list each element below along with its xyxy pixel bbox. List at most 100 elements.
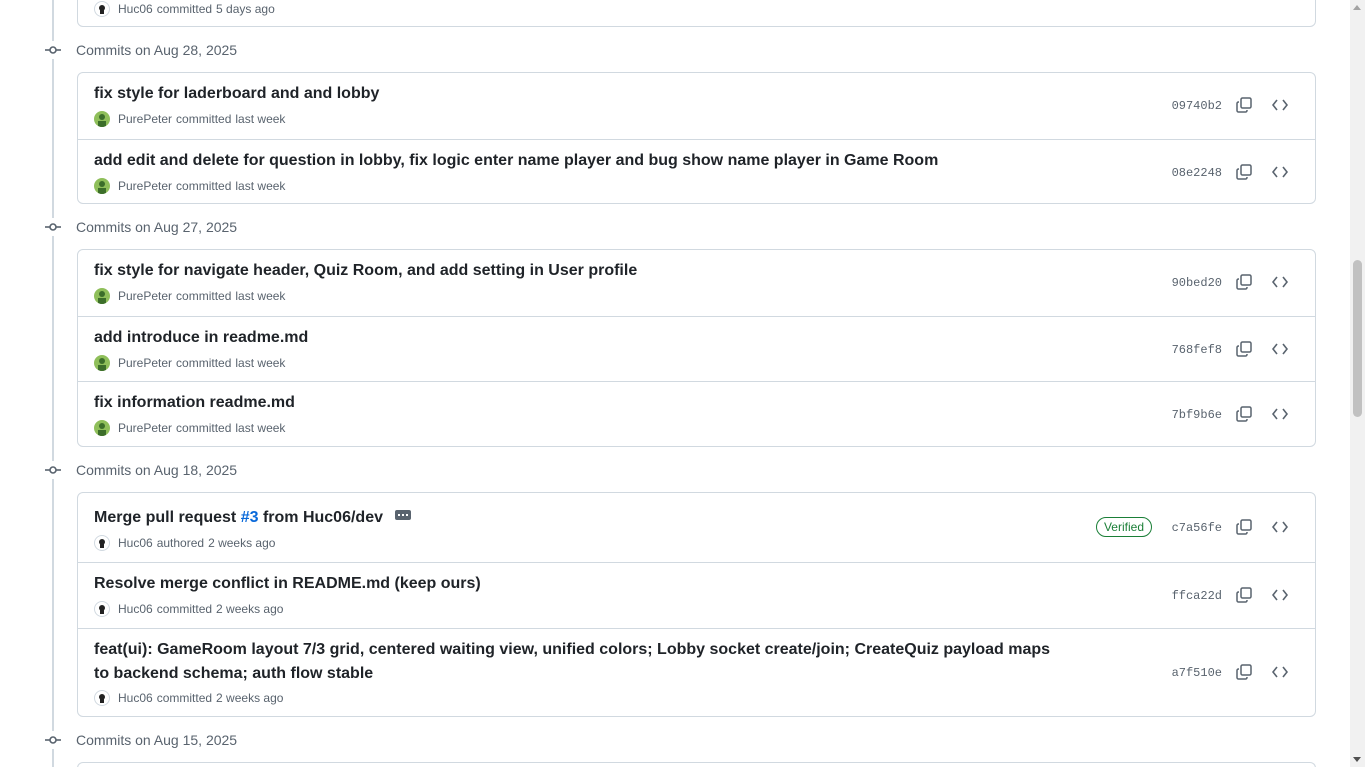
commit-title[interactable]: Merge pull request #3 from Huc06/dev [94,506,1054,530]
commit-action: committed [176,356,232,370]
copy-icon[interactable] [1234,585,1254,605]
commit-group-date: Commits on Aug 28, 2025 [76,42,238,58]
avatar-icon[interactable] [94,288,110,304]
commit-group-header: Commits on Aug 27, 2025 [44,216,237,238]
commit-meta: PurePeter committed last week [94,177,285,195]
commit-meta: PurePeter committed last week [94,110,285,128]
commit-title[interactable]: add edit and delete for question in lobb… [94,149,1054,173]
commit-sha[interactable]: 7bf9b6e [1172,408,1222,422]
avatar-icon[interactable] [94,178,110,194]
copy-icon[interactable] [1234,95,1254,115]
expand-message-button[interactable] [395,509,412,520]
commit-row: add introduce in readme.md PurePeter com… [78,316,1315,381]
commit-title-prefix: Merge pull request [94,509,241,526]
commit-group-box: fix style for navigate header, Quiz Room… [77,249,1316,447]
code-browse-icon[interactable] [1270,272,1290,292]
commit-author[interactable]: Huc06 [118,536,153,550]
commit-sha[interactable]: c7a56fe [1172,521,1222,535]
commit-group-header: Commits on Aug 15, 2025 [44,729,237,751]
avatar-icon[interactable] [94,601,110,617]
vertical-scrollbar[interactable] [1350,0,1365,767]
commit-row: Huc06 committed 5 days ago [78,0,1315,26]
commit-time[interactable]: last week [235,112,285,126]
commit-group-box: fix style for laderboard and and lobby P… [77,72,1316,204]
commit-title[interactable]: add introduce in readme.md [94,326,1054,350]
commit-title[interactable]: feat(ui): GameRoom layout 7/3 grid, cent… [94,638,1054,686]
commit-action: committed [176,179,232,193]
commit-action: committed [176,289,232,303]
commit-meta: PurePeter committed last week [94,287,285,305]
commit-group-box [77,762,1316,767]
avatar-icon[interactable] [94,420,110,436]
scroll-down-arrow[interactable] [1353,757,1361,762]
avatar-icon[interactable] [94,111,110,127]
code-browse-icon[interactable] [1270,95,1290,115]
commit-title[interactable]: fix style for navigate header, Quiz Room… [94,259,1054,283]
commit-time[interactable]: last week [235,421,285,435]
commit-title[interactable]: fix information readme.md [94,391,1054,415]
commit-group-box-previous: Huc06 committed 5 days ago [77,0,1316,27]
code-browse-icon[interactable] [1270,585,1290,605]
commit-time[interactable]: last week [235,179,285,193]
commit-time[interactable]: 5 days ago [216,2,275,16]
commit-author[interactable]: PurePeter [118,356,172,370]
commit-author[interactable]: PurePeter [118,179,172,193]
commit-author[interactable]: Huc06 [118,2,153,16]
commit-time[interactable]: 2 weeks ago [216,602,283,616]
commit-sha[interactable]: ffca22d [1172,589,1222,603]
copy-icon[interactable] [1234,404,1254,424]
commit-meta: Huc06 committed 5 days ago [94,0,275,18]
commit-row: fix information readme.md PurePeter comm… [78,381,1315,446]
commit-title[interactable]: fix style for laderboard and and lobby [94,82,1054,106]
verified-badge[interactable]: Verified [1095,517,1152,537]
commit-time[interactable]: 2 weeks ago [216,691,283,705]
commit-action: committed [156,2,213,16]
commit-author[interactable]: PurePeter [118,112,172,126]
commit-sha[interactable]: 90bed20 [1172,276,1222,290]
commit-group-date: Commits on Aug 27, 2025 [76,219,238,235]
commit-row: fix style for laderboard and and lobby P… [78,73,1315,139]
commit-author[interactable]: PurePeter [118,421,172,435]
commit-author[interactable]: PurePeter [118,289,172,303]
avatar-icon[interactable] [94,690,110,706]
commit-meta: PurePeter committed last week [94,419,285,437]
commit-meta: PurePeter committed last week [94,354,285,372]
commit-time[interactable]: 2 weeks ago [208,536,275,550]
commit-action: committed [176,421,232,435]
avatar-icon[interactable] [94,355,110,371]
pull-request-link[interactable]: #3 [241,509,259,526]
avatar-icon[interactable] [94,1,110,17]
commit-group-header: Commits on Aug 28, 2025 [44,39,237,61]
commit-sha[interactable]: a7f510e [1172,666,1222,680]
commit-meta: Huc06 committed 2 weeks ago [94,600,283,618]
scroll-thumb[interactable] [1353,260,1362,417]
code-browse-icon[interactable] [1270,162,1290,182]
commit-group-date: Commits on Aug 15, 2025 [76,732,238,748]
git-commit-icon [44,218,62,236]
commit-action: committed [176,112,232,126]
code-browse-icon[interactable] [1270,339,1290,359]
copy-icon[interactable] [1234,162,1254,182]
commit-sha[interactable]: 768fef8 [1172,343,1222,357]
commit-title[interactable]: Resolve merge conflict in README.md (kee… [94,572,1054,596]
git-commit-icon [44,41,62,59]
avatar-icon[interactable] [94,535,110,551]
code-browse-icon[interactable] [1270,517,1290,537]
copy-icon[interactable] [1234,272,1254,292]
scroll-up-arrow[interactable] [1353,5,1361,10]
copy-icon[interactable] [1234,339,1254,359]
copy-sha-button[interactable] [1234,0,1254,8]
commit-time[interactable]: last week [235,356,285,370]
copy-icon[interactable] [1234,662,1254,682]
git-commit-icon [44,731,62,749]
commit-action: authored [156,536,205,550]
commit-time[interactable]: last week [235,289,285,303]
commit-author[interactable]: Huc06 [118,691,153,705]
commit-sha[interactable]: 09740b2 [1172,99,1222,113]
code-browse-icon[interactable] [1270,404,1290,424]
commit-author[interactable]: Huc06 [118,602,153,616]
copy-icon[interactable] [1234,517,1254,537]
commit-action: committed [156,691,213,705]
commit-sha[interactable]: 08e2248 [1172,166,1222,180]
code-browse-icon[interactable] [1270,662,1290,682]
